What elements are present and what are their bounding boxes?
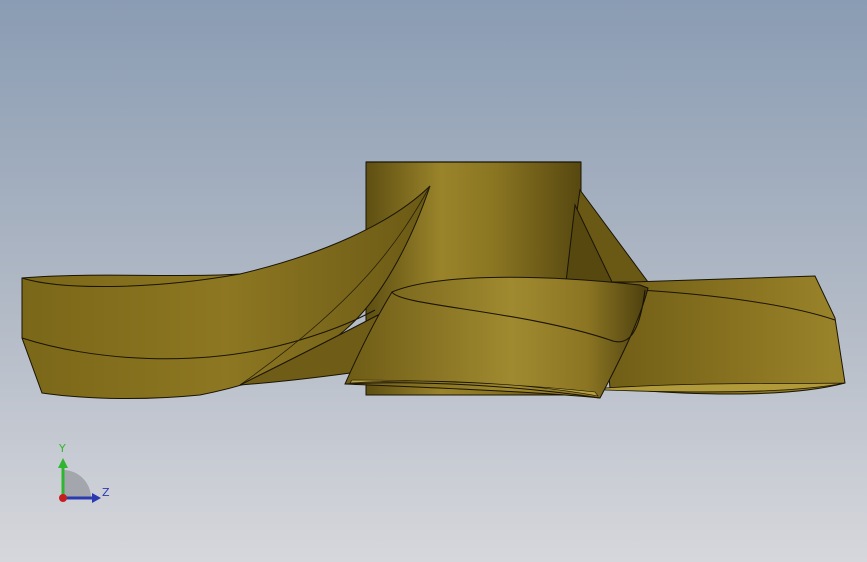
triad-z-label: Z xyxy=(102,486,110,499)
front-blade xyxy=(344,276,649,399)
back-blade-strut xyxy=(565,188,649,283)
orientation-triad: Y Z xyxy=(48,440,118,510)
impeller-model[interactable] xyxy=(0,0,867,562)
3d-viewport[interactable]: Y Z xyxy=(0,0,867,562)
triad-y-label: Y xyxy=(59,442,66,455)
